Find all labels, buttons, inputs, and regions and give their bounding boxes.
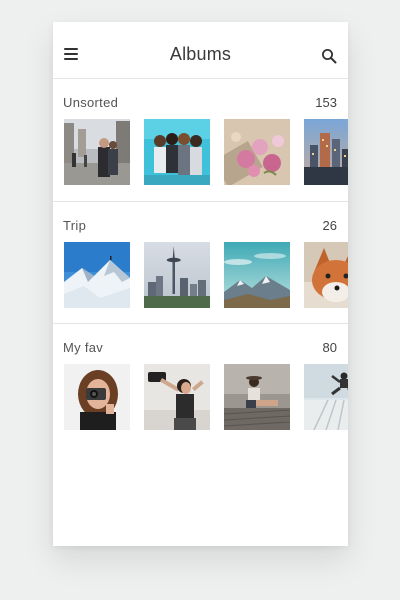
page-title: Albums — [169, 44, 232, 64]
pink-roses-photo[interactable] — [224, 119, 290, 185]
city-skyline-photo[interactable] — [304, 119, 348, 185]
album-count: 153 — [315, 95, 337, 110]
album-name: Trip — [63, 218, 87, 233]
album-count: 80 — [322, 340, 337, 355]
woman-with-camera-photo[interactable] — [64, 364, 130, 430]
phone-screen: Albums Unsorted 153 Trip 26 My fav 80 — [53, 22, 348, 546]
album-section-my-fav[interactable]: My fav 80 — [53, 323, 348, 446]
mountain-valley-photo[interactable] — [224, 242, 290, 308]
album-name: Unsorted — [63, 95, 119, 110]
person-jumping-photo[interactable] — [304, 364, 348, 430]
album-thumbnails — [64, 364, 348, 430]
album-thumbnails — [64, 242, 348, 308]
street-couple-photo[interactable] — [64, 119, 130, 185]
album-section-trip[interactable]: Trip 26 — [53, 201, 348, 324]
app-bar: Albums — [53, 22, 348, 79]
search-icon[interactable] — [321, 48, 337, 64]
album-section-unsorted[interactable]: Unsorted 153 — [53, 79, 348, 201]
album-count: 26 — [322, 218, 337, 233]
seattle-space-needle-photo[interactable] — [144, 242, 210, 308]
album-thumbnails — [64, 119, 348, 185]
fox-photo[interactable] — [304, 242, 348, 308]
group-of-friends-photo[interactable] — [144, 119, 210, 185]
woman-with-camera-black-shirt-photo[interactable] — [144, 364, 210, 430]
snowy-mountain-peak-photo[interactable] — [64, 242, 130, 308]
album-name: My fav — [63, 340, 104, 355]
woman-on-pier-photo[interactable] — [224, 364, 290, 430]
